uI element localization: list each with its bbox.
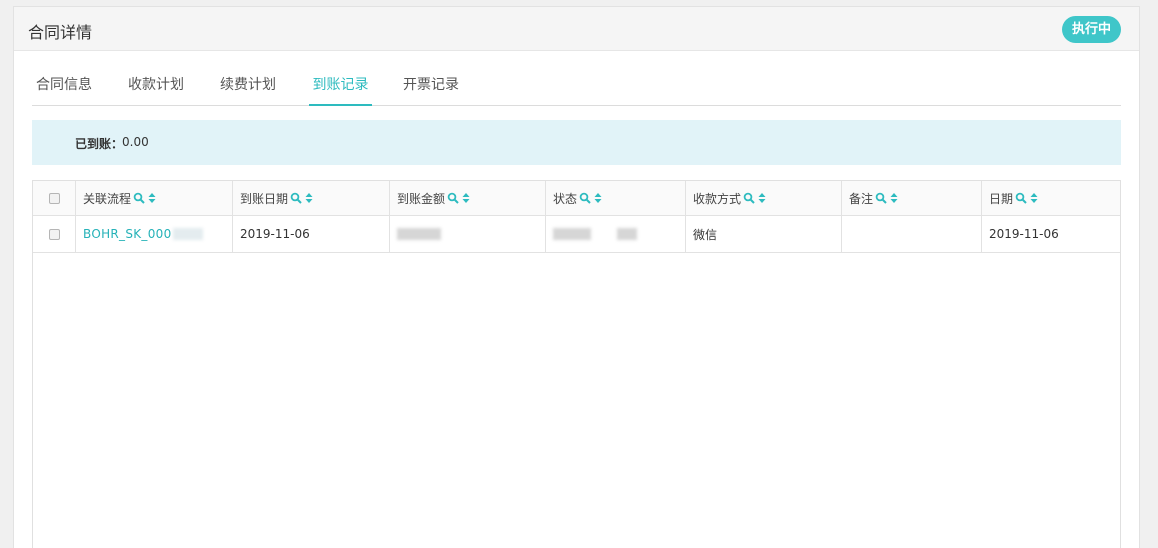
column-header-remark[interactable]: 备注 xyxy=(842,181,982,215)
cell-remark xyxy=(842,216,982,252)
tab-contract-info[interactable]: 合同信息 xyxy=(36,71,92,106)
payment-method-text: 微信 xyxy=(693,227,718,242)
column-header-label: 到账日期 xyxy=(240,191,289,206)
tab-bar: 合同信息 收款计划 续费计划 到账记录 开票记录 xyxy=(32,71,1121,106)
column-header-label: 关联流程 xyxy=(83,191,132,206)
column-header-label: 到账金额 xyxy=(397,191,446,206)
table-row[interactable]: BOHR_SK_000 2019-11-06 微信 2019-11-06 xyxy=(33,216,1120,253)
column-header-payment-method[interactable]: 收款方式 xyxy=(686,181,842,215)
process-link[interactable]: BOHR_SK_000 xyxy=(83,227,172,241)
sort-icon[interactable] xyxy=(890,193,898,203)
cell-arrival-date: 2019-11-06 xyxy=(233,216,390,252)
column-header-label: 状态 xyxy=(553,191,578,206)
page-title: 合同详情 xyxy=(28,23,93,42)
panel-header: 合同详情 执行中 xyxy=(14,7,1139,51)
redacted-area xyxy=(553,228,591,240)
sort-icon[interactable] xyxy=(462,193,470,203)
column-header-status[interactable]: 状态 xyxy=(546,181,686,215)
sort-icon[interactable] xyxy=(1030,193,1038,203)
column-header-amount[interactable]: 到账金额 xyxy=(390,181,546,215)
status-badge: 执行中 xyxy=(1061,16,1121,43)
sort-icon[interactable] xyxy=(305,193,313,203)
cell-payment-method: 微信 xyxy=(686,216,842,252)
search-icon[interactable] xyxy=(133,192,145,204)
select-all-cell xyxy=(33,181,76,215)
row-checkbox[interactable] xyxy=(48,228,60,240)
cell-process[interactable]: BOHR_SK_000 xyxy=(76,216,233,252)
cell-amount xyxy=(390,216,546,252)
tab-renewal-plan[interactable]: 续费计划 xyxy=(220,71,276,106)
arrived-value: 0.00 xyxy=(122,135,149,149)
sort-icon[interactable] xyxy=(594,193,602,203)
date-text: 2019-11-06 xyxy=(989,227,1059,241)
redacted-area xyxy=(617,228,637,240)
table-header-row: 关联流程 到账日期 到账金额 状态 收款方式 备注 日期 xyxy=(33,181,1120,216)
column-header-arrival-date[interactable]: 到账日期 xyxy=(233,181,390,215)
column-header-date[interactable]: 日期 xyxy=(982,181,1122,215)
search-icon[interactable] xyxy=(743,192,755,204)
column-header-process[interactable]: 关联流程 xyxy=(76,181,233,215)
arrived-label: 已到账： xyxy=(75,137,124,151)
column-header-label: 收款方式 xyxy=(693,191,742,206)
select-all-checkbox[interactable] xyxy=(48,192,60,204)
column-header-label: 日期 xyxy=(989,191,1014,206)
tab-payment-plan[interactable]: 收款计划 xyxy=(128,71,184,106)
search-icon[interactable] xyxy=(447,192,459,204)
tab-invoice-records[interactable]: 开票记录 xyxy=(403,71,459,106)
search-icon[interactable] xyxy=(579,192,591,204)
cell-date: 2019-11-06 xyxy=(982,216,1122,252)
arrival-summary: 已到账： 0.00 xyxy=(32,120,1121,165)
arrival-records-table: 关联流程 到账日期 到账金额 状态 收款方式 备注 日期 BOHR_SK_000… xyxy=(32,180,1121,548)
redacted-area xyxy=(397,228,441,240)
search-icon[interactable] xyxy=(290,192,302,204)
tab-arrival-records[interactable]: 到账记录 xyxy=(309,71,372,106)
sort-icon[interactable] xyxy=(148,193,156,203)
column-header-label: 备注 xyxy=(849,191,874,206)
row-select-cell xyxy=(33,216,76,252)
arrival-date-text: 2019-11-06 xyxy=(240,227,310,241)
search-icon[interactable] xyxy=(1015,192,1027,204)
search-icon[interactable] xyxy=(875,192,887,204)
redacted-area xyxy=(172,228,203,240)
sort-icon[interactable] xyxy=(758,193,766,203)
cell-status xyxy=(546,216,686,252)
contract-detail-panel: 合同详情 执行中 合同信息 收款计划 续费计划 到账记录 开票记录 已到账： 0… xyxy=(13,6,1140,548)
